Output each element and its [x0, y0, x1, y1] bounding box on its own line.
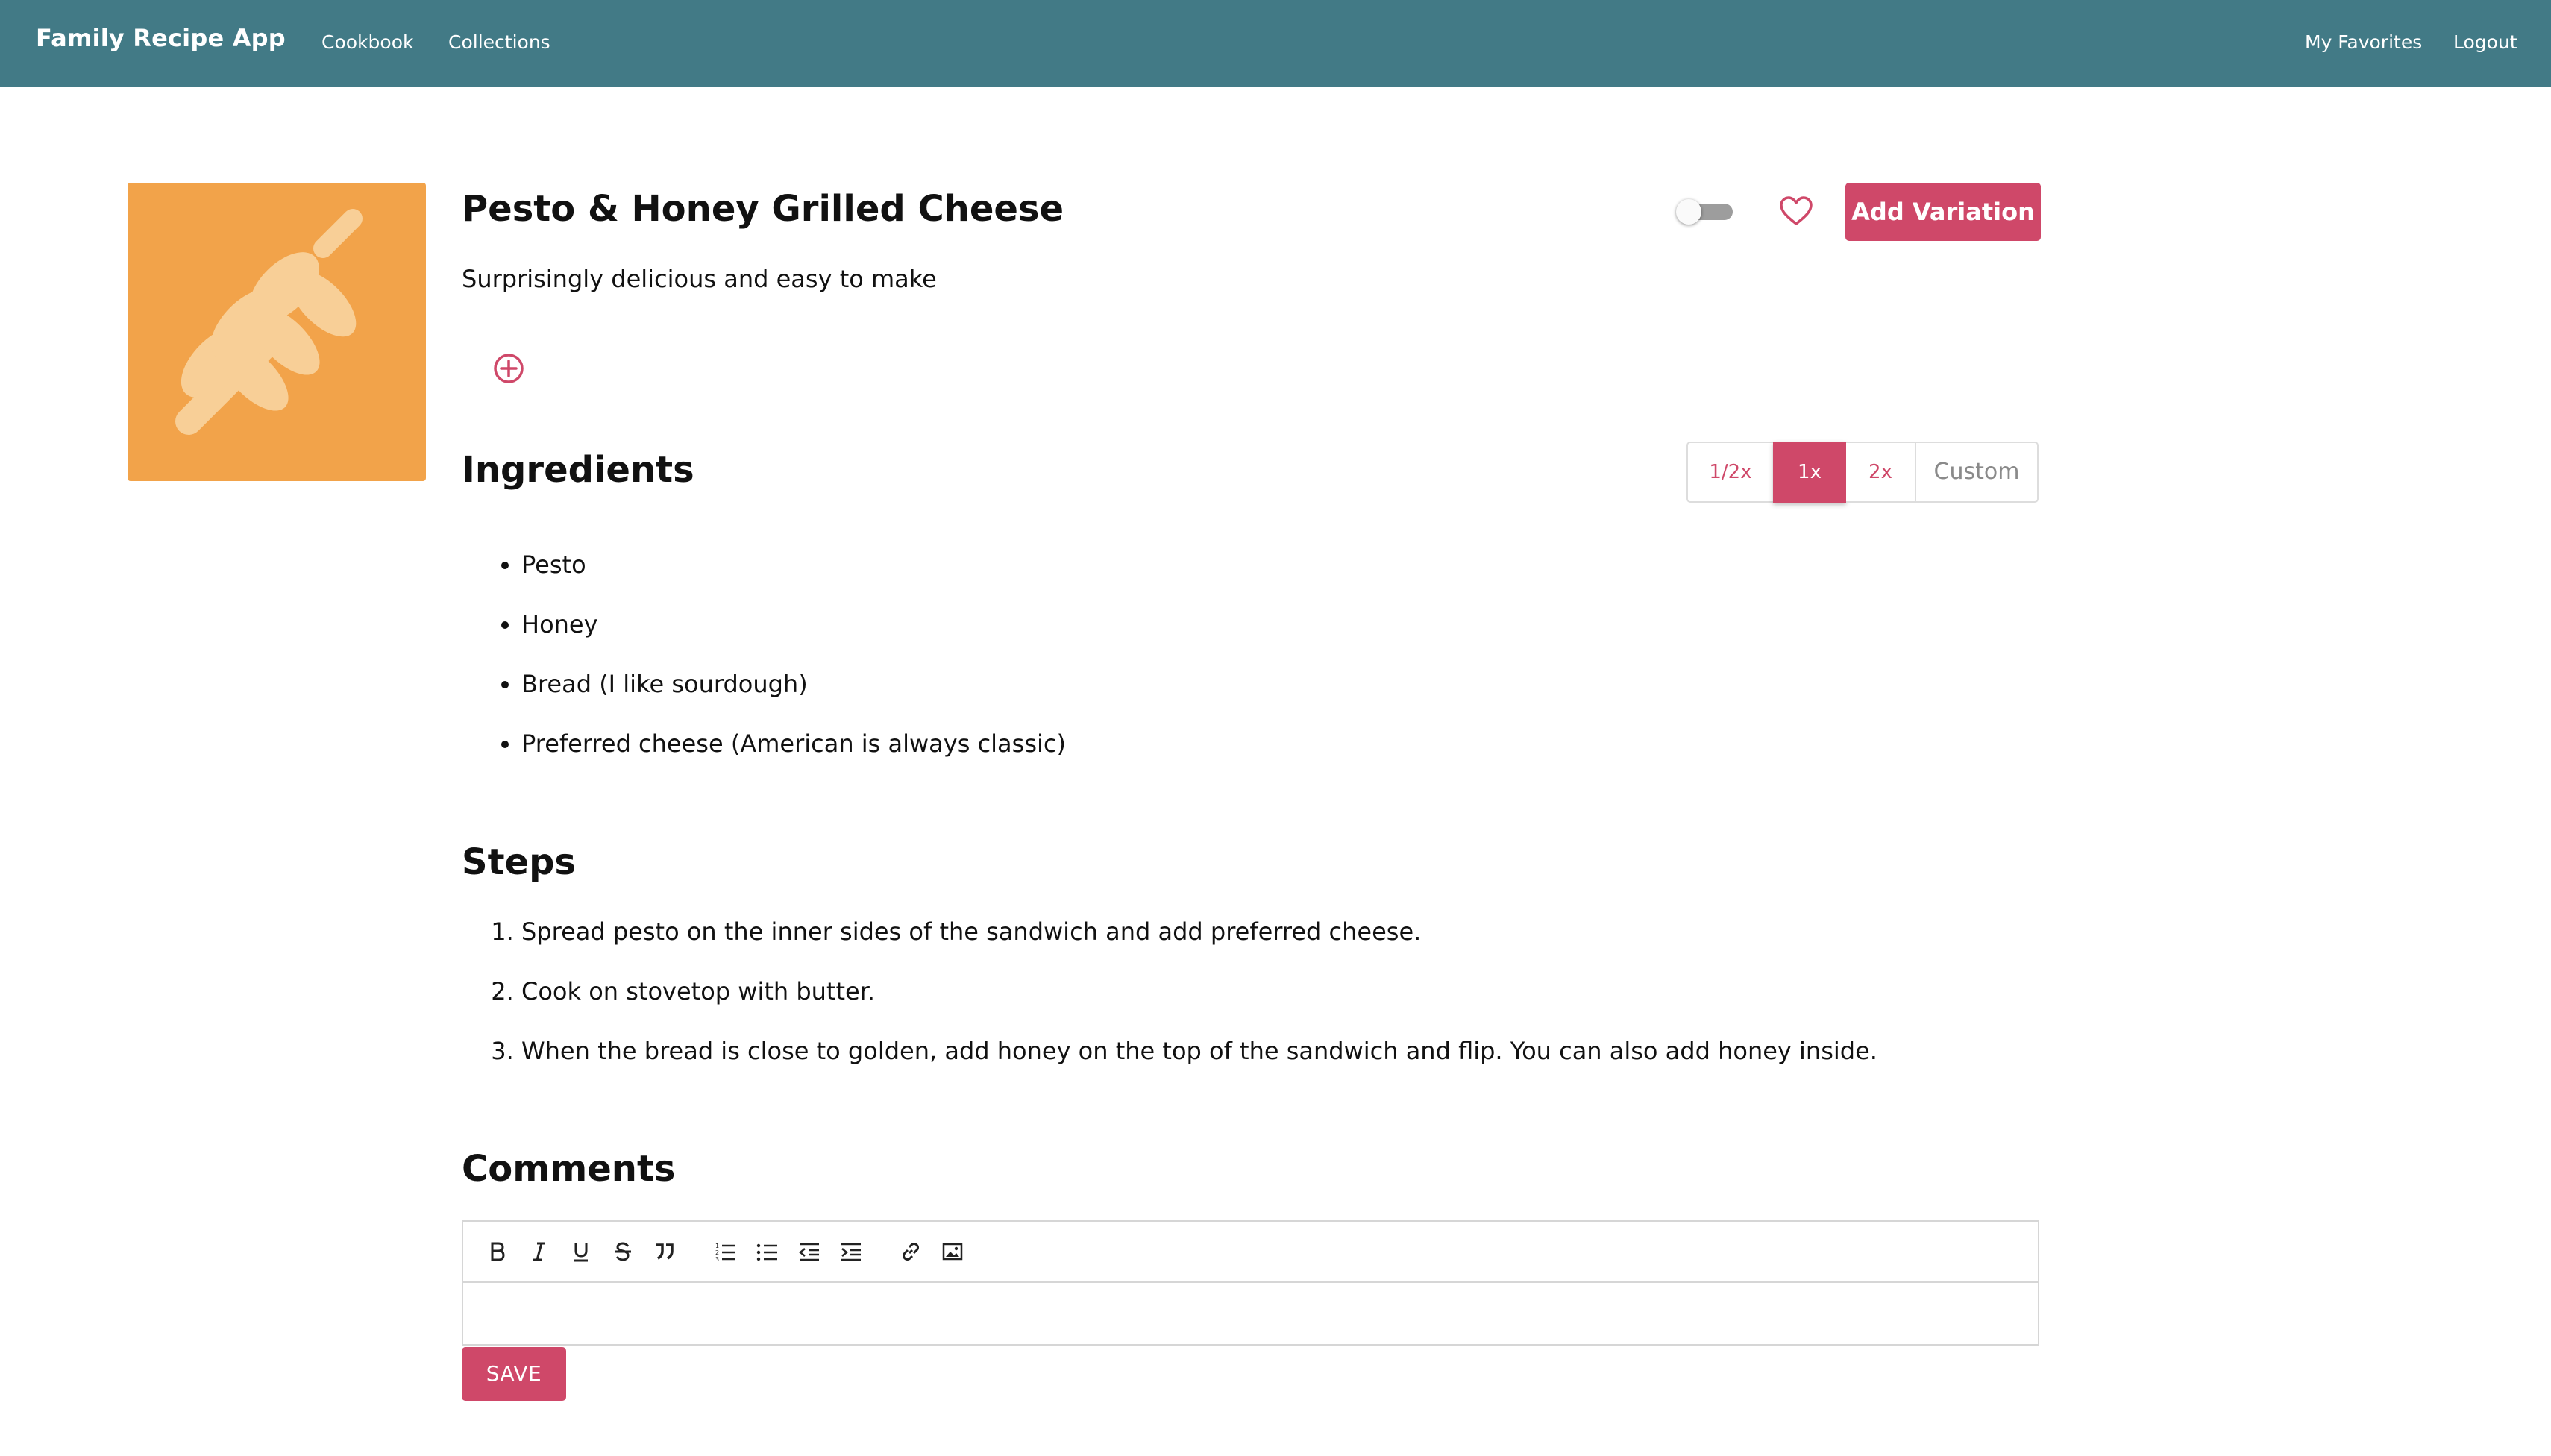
recipe-image: [128, 183, 426, 481]
add-variation-button[interactable]: Add Variation: [1845, 183, 2041, 241]
nav-link-my-favorites[interactable]: My Favorites: [2305, 31, 2422, 53]
add-circle-icon[interactable]: [492, 352, 525, 385]
strikethrough-icon[interactable]: [608, 1237, 638, 1267]
wheat-icon: [175, 209, 363, 435]
app-brand[interactable]: Family Recipe App: [36, 24, 286, 52]
ingredient-item: Pesto: [521, 547, 1066, 606]
scale-2x-button[interactable]: 2x: [1846, 442, 1915, 503]
ingredient-item: Honey: [521, 606, 1066, 666]
editor-toolbar: 123: [463, 1222, 2038, 1283]
link-icon[interactable]: [896, 1237, 926, 1267]
scale-1x-button[interactable]: 1x: [1773, 442, 1846, 503]
recipe-description: Surprisingly delicious and easy to make: [462, 265, 937, 293]
nav-link-logout[interactable]: Logout: [2453, 31, 2517, 53]
nav-link-collections[interactable]: Collections: [448, 31, 550, 53]
step-item: Cook on stovetop with butter.: [521, 973, 1877, 1032]
ingredient-list: Pesto Honey Bread (I like sourdough) Pre…: [462, 547, 1066, 785]
ingredients-heading: Ingredients: [462, 449, 694, 491]
ordered-list-icon[interactable]: 123: [711, 1237, 741, 1267]
steps-heading: Steps: [462, 841, 576, 883]
quote-icon[interactable]: [650, 1237, 680, 1267]
underline-icon[interactable]: [566, 1237, 596, 1267]
outdent-icon[interactable]: [794, 1237, 824, 1267]
ingredient-item: Preferred cheese (American is always cla…: [521, 726, 1066, 785]
scale-half-button[interactable]: 1/2x: [1686, 442, 1773, 503]
scale-selector: 1/2x 1x 2x Custom: [1686, 442, 2039, 503]
favorite-heart-icon[interactable]: [1779, 195, 1813, 227]
bold-icon[interactable]: [483, 1237, 512, 1267]
indent-icon[interactable]: [836, 1237, 866, 1267]
step-item: Spread pesto on the inner sides of the s…: [521, 913, 1877, 973]
svg-text:2: 2: [715, 1249, 719, 1256]
comment-input[interactable]: [463, 1283, 2038, 1346]
save-comment-button[interactable]: SAVE: [462, 1347, 566, 1401]
comments-heading: Comments: [462, 1148, 676, 1190]
image-icon[interactable]: [938, 1237, 967, 1267]
nav-link-cookbook[interactable]: Cookbook: [321, 31, 413, 53]
italic-icon[interactable]: [524, 1237, 554, 1267]
svg-text:1: 1: [715, 1243, 719, 1249]
ingredient-item: Bread (I like sourdough): [521, 666, 1066, 726]
svg-text:3: 3: [715, 1256, 719, 1262]
toggle-knob: [1676, 199, 1701, 225]
steps-list: Spread pesto on the inner sides of the s…: [462, 913, 1877, 1092]
top-navbar: Family Recipe App Cookbook Collections M…: [0, 0, 2551, 87]
scale-custom-button[interactable]: Custom: [1915, 442, 2039, 503]
step-item: When the bread is close to golden, add h…: [521, 1032, 1877, 1092]
comment-editor: 123: [462, 1220, 2039, 1346]
variation-toggle[interactable]: [1676, 199, 1734, 225]
bullet-list-icon[interactable]: [753, 1237, 782, 1267]
recipe-title: Pesto & Honey Grilled Cheese: [462, 188, 1064, 230]
